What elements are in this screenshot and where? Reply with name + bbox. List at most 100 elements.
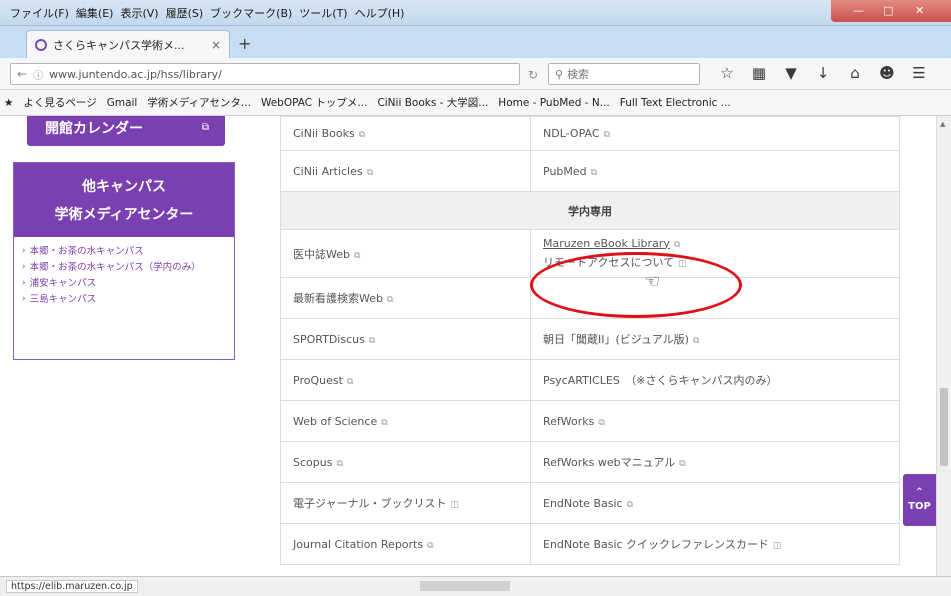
campus-link-label: 本郷・お茶の水キャンパス（学内のみ） (29, 262, 201, 273)
db-link[interactable]: CiNii Books ⧉ (280, 116, 531, 151)
db-link-label: ProQuest (293, 373, 343, 387)
db-link-label: Web of Science (293, 414, 378, 428)
campus-link[interactable]: › 浦安キャンパス (22, 277, 228, 290)
new-tab-button[interactable]: + (238, 34, 251, 53)
nav-bar: ← ⓘ www.juntendo.ac.jp/hss/library/ ↻ ⚲ … (0, 58, 951, 90)
db-link-label: RefWorks webマニュアル (543, 456, 676, 469)
menu-file[interactable]: ファイル(F) (10, 5, 69, 21)
db-link[interactable]: 医中誌Web ⧉ (280, 229, 531, 278)
hamburger-menu-icon[interactable]: ☰ (910, 64, 928, 82)
external-link-icon: ⧉ (427, 540, 434, 551)
campus-links: › 本郷・お茶の水キャンパス › 本郷・お茶の水キャンパス（学内のみ） › 浦安キャン… (14, 237, 234, 306)
tab-bar: さくらキャンパス学術メ... × + (0, 26, 951, 58)
bookmark-item[interactable]: Home - PubMed - N... (498, 97, 609, 109)
campus-link[interactable]: › 三島キャンパス (22, 293, 228, 306)
sync-icon[interactable]: ☻ (878, 64, 896, 82)
other-campus-heading: 他キャンパス 学術メディアセンター (14, 163, 234, 237)
scroll-up-icon[interactable]: ▲ (940, 120, 945, 128)
other-campus-box: 他キャンパス 学術メディアセンター › 本郷・お茶の水キャンパス › 本郷・お茶の水… (13, 162, 235, 360)
url-bar[interactable]: ← ⓘ www.juntendo.ac.jp/hss/library/ (10, 63, 520, 85)
db-link-label: SPORTDiscus (293, 332, 365, 346)
external-link-icon: ⧉ (346, 376, 354, 387)
vertical-scrollbar[interactable]: ▲ (936, 116, 951, 576)
db-link[interactable]: SPORTDiscus ⧉ (280, 318, 531, 360)
external-link-icon: ⧉ (381, 417, 388, 428)
tab-active[interactable]: さくらキャンパス学術メ... × (26, 30, 230, 58)
window-controls: — □ ✕ (831, 0, 951, 22)
db-link[interactable]: PubMed ⧉ (530, 150, 900, 192)
db-link[interactable]: 最新看護検索Web ⧉ (280, 277, 531, 319)
campus-link[interactable]: › 本郷・お茶の水キャンパス (22, 245, 228, 258)
db-link[interactable]: RefWorks webマニュアル ⧉ (530, 441, 900, 483)
menu-tools[interactable]: ツール(T) (299, 5, 347, 21)
menu-view[interactable]: 表示(V) (120, 5, 158, 21)
db-link[interactable]: CiNii Articles ⧉ (280, 150, 531, 192)
bookmark-item[interactable]: WebOPAC トップメ... (261, 95, 368, 110)
db-link[interactable]: Scopus ⧉ (280, 441, 531, 483)
back-icon[interactable]: ← (17, 67, 27, 81)
search-placeholder: 検索 (567, 68, 590, 81)
maruzen-ebook-library-link[interactable]: Maruzen eBook Library (543, 237, 670, 250)
menu-edit[interactable]: 編集(E) (76, 5, 114, 21)
external-link-icon: ⧉ (598, 417, 605, 428)
download-icon[interactable]: ↓ (814, 64, 832, 82)
menu-bookmarks[interactable]: ブックマーク(B) (210, 5, 292, 21)
pocket-icon[interactable]: ▼ (782, 64, 800, 82)
calendar-button[interactable]: 開館カレンダー ⧉ (27, 116, 225, 146)
db-link-label: 電子ジャーナル・ブックリスト (293, 497, 447, 510)
db-link-label: 最新看護検索Web (293, 292, 383, 305)
scrollbar-thumb[interactable] (940, 388, 948, 466)
chevron-right-icon: › (22, 294, 26, 304)
bookmark-star-icon[interactable]: ☆ (718, 64, 736, 82)
search-bar[interactable]: ⚲ 検索 (548, 63, 700, 85)
back-to-top-button[interactable]: ⌃ TOP (903, 474, 936, 526)
external-link-icon: ⧉ (353, 250, 361, 261)
external-link-icon: ⧉ (368, 335, 376, 346)
page-content: 開館カレンダー ⧉ 他キャンパス 学術メディアセンター › 本郷・お茶の水キャンパ… (0, 116, 936, 576)
db-link-label: CiNii Books (293, 127, 355, 140)
campus-link[interactable]: › 本郷・お茶の水キャンパス（学内のみ） (22, 261, 228, 274)
menu-bar: ファイル(F) 編集(E) 表示(V) 履歴(S) ブックマーク(B) ツール(… (0, 0, 951, 26)
horizontal-scrollbar-thumb[interactable] (420, 581, 510, 591)
highlight-annotation-ring (530, 252, 742, 318)
campus-link-label: 浦安キャンパス (29, 278, 97, 289)
table-row: Scopus ⧉ RefWorks webマニュアル ⧉ (280, 441, 900, 483)
campus-link-label: 三島キャンパス (29, 294, 97, 305)
reload-icon[interactable]: ↻ (528, 68, 538, 82)
table-row: Web of Science ⧉ RefWorks ⧉ (280, 400, 900, 442)
external-link-icon: ⧉ (679, 459, 686, 469)
db-link-label: Scopus (293, 455, 333, 469)
menu-help[interactable]: ヘルプ(H) (355, 5, 405, 21)
db-link[interactable]: RefWorks ⧉ (530, 400, 900, 442)
maximize-icon[interactable]: □ (883, 4, 893, 17)
minimize-icon[interactable]: — (853, 4, 864, 17)
external-link-icon: ⧉ (603, 130, 610, 140)
url-text[interactable]: www.juntendo.ac.jp/hss/library/ (49, 68, 222, 81)
db-link[interactable]: 朝日「聞蔵II」(ビジュアル版) ⧉ (530, 318, 900, 360)
table-row: 電子ジャーナル・ブックリスト ◫ EndNote Basic ⧉ (280, 482, 900, 524)
reading-list-icon[interactable]: ▦ (750, 64, 768, 82)
db-link[interactable]: EndNote Basic クイックレファレンスカード ◫ (530, 523, 900, 565)
close-window-icon[interactable]: ✕ (915, 4, 924, 17)
home-icon[interactable]: ⌂ (846, 64, 864, 82)
bookmark-item[interactable]: Gmail (107, 97, 138, 109)
menu-history[interactable]: 履歴(S) (166, 5, 204, 21)
info-icon[interactable]: ⓘ (33, 67, 43, 82)
db-link[interactable]: NDL-OPAC ⧉ (530, 116, 900, 151)
bookmark-item[interactable]: CiNii Books - 大学図... (377, 95, 488, 110)
tab-favicon-icon (35, 38, 47, 51)
db-link[interactable]: EndNote Basic ⧉ (530, 482, 900, 524)
db-link[interactable]: Journal Citation Reports ⧉ (280, 523, 531, 565)
db-link[interactable]: ProQuest ⧉ (280, 359, 531, 401)
chevron-right-icon: › (22, 246, 26, 256)
menu-items: ファイル(F) 編集(E) 表示(V) 履歴(S) ブックマーク(B) ツール(… (10, 5, 404, 21)
bookmark-item[interactable]: よく見るページ (23, 95, 96, 110)
db-link[interactable]: PsycARTICLES （※さくらキャンパス内のみ） (530, 359, 900, 401)
back-to-top-label: TOP (908, 501, 931, 512)
bookmark-item[interactable]: 学術メディアセンタ... (147, 95, 251, 110)
tab-close-icon[interactable]: × (211, 38, 221, 52)
bookmark-item[interactable]: Full Text Electronic ... (620, 97, 731, 109)
other-campus-title-line2: 学術メディアセンター (54, 207, 194, 223)
db-link[interactable]: Web of Science ⧉ (280, 400, 531, 442)
db-link[interactable]: 電子ジャーナル・ブックリスト ◫ (280, 482, 531, 524)
